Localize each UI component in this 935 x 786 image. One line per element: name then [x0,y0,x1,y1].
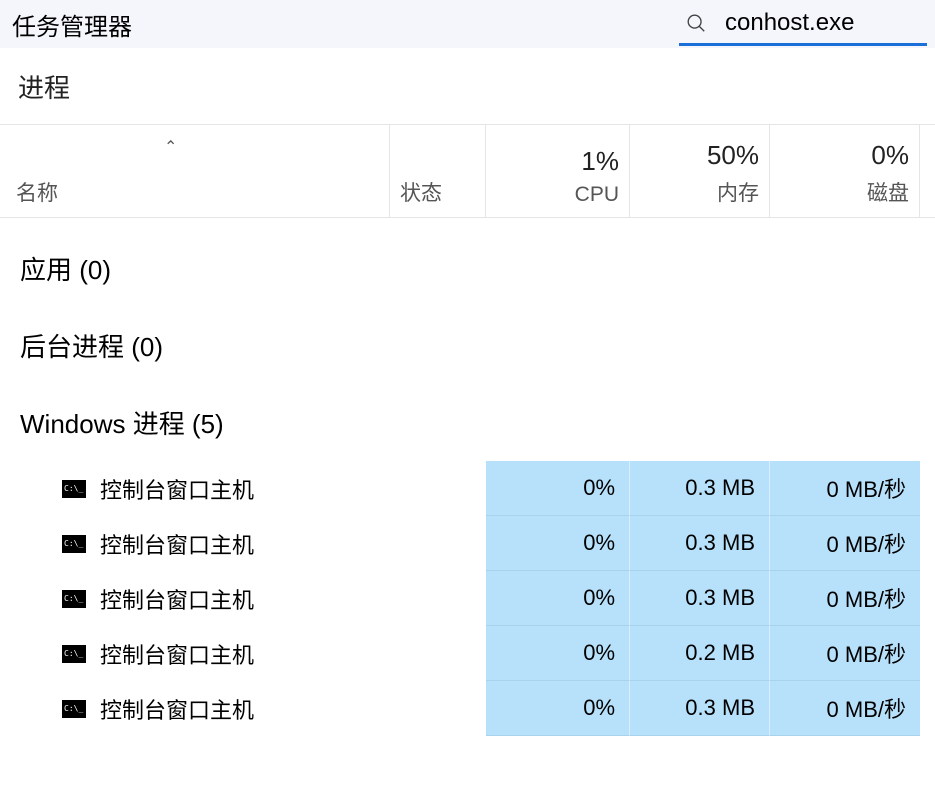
console-icon: C:\_ [62,535,86,553]
process-mem-cell: 0.3 MB [630,516,770,571]
process-status-cell [390,571,486,626]
process-cpu-cell: 0% [486,571,630,626]
process-cpu-cell: 0% [486,626,630,681]
sort-caret-icon: ⌃ [164,137,177,157]
col-status-label: 状态 [400,177,442,207]
console-icon: C:\_ [62,480,86,498]
process-row[interactable]: C:\_ 控制台窗口主机 0%0.3 MB0 MB/秒 [0,571,935,626]
group-header-windows[interactable]: Windows 进程 (5) [0,384,935,461]
process-status-cell [390,516,486,571]
process-mem-cell: 0.3 MB [630,461,770,516]
col-header-cpu[interactable]: 1% CPU [486,125,630,217]
process-disk-cell: 0 MB/秒 [770,516,920,571]
process-name: 控制台窗口主机 [100,528,254,560]
app-title: 任务管理器 [12,7,132,42]
search-icon [685,12,707,34]
col-header-mem[interactable]: 50% 内存 [630,125,770,217]
tab-processes[interactable]: 进程 [18,73,70,103]
tabstrip: 进程 [0,48,935,124]
process-row[interactable]: C:\_ 控制台窗口主机 0%0.2 MB0 MB/秒 [0,626,935,681]
console-icon: C:\_ [62,590,86,608]
process-row[interactable]: C:\_ 控制台窗口主机 0%0.3 MB0 MB/秒 [0,681,935,736]
process-row[interactable]: C:\_ 控制台窗口主机 0%0.3 MB0 MB/秒 [0,516,935,571]
process-status-cell [390,461,486,516]
process-name: 控制台窗口主机 [100,693,254,725]
process-row[interactable]: C:\_ 控制台窗口主机 0%0.3 MB0 MB/秒 [0,461,935,516]
process-cpu-cell: 0% [486,681,630,736]
process-cpu-cell: 0% [486,461,630,516]
group-header-apps[interactable]: 应用 (0) [0,226,935,307]
col-header-name[interactable]: ⌃ 名称 [0,125,390,217]
process-disk-cell: 0 MB/秒 [770,461,920,516]
console-icon: C:\_ [62,645,86,663]
process-status-cell [390,681,486,736]
col-header-status[interactable]: 状态 [390,125,486,217]
process-name-cell: C:\_ 控制台窗口主机 [0,461,390,516]
process-status-cell [390,626,486,681]
process-name-cell: C:\_ 控制台窗口主机 [0,626,390,681]
col-cpu-pct: 1% [581,146,619,177]
process-cpu-cell: 0% [486,516,630,571]
process-name: 控制台窗口主机 [100,638,254,670]
console-icon: C:\_ [62,700,86,718]
col-disk-pct: 0% [871,140,909,171]
col-header-disk[interactable]: 0% 磁盘 [770,125,920,217]
process-name-cell: C:\_ 控制台窗口主机 [0,516,390,571]
titlebar: 任务管理器 [0,0,935,48]
search-box[interactable] [679,2,927,46]
col-mem-label: 内存 [717,177,759,207]
search-input[interactable] [725,9,927,37]
process-mem-cell: 0.2 MB [630,626,770,681]
process-name-cell: C:\_ 控制台窗口主机 [0,681,390,736]
col-disk-label: 磁盘 [867,177,909,207]
process-name-cell: C:\_ 控制台窗口主机 [0,571,390,626]
col-name-label: 名称 [16,177,58,207]
col-cpu-label: CPU [575,183,619,207]
process-disk-cell: 0 MB/秒 [770,681,920,736]
process-name: 控制台窗口主机 [100,583,254,615]
columns-header: ⌃ 名称 状态 1% CPU 50% 内存 0% 磁盘 [0,124,935,218]
process-disk-cell: 0 MB/秒 [770,571,920,626]
col-mem-pct: 50% [707,140,759,171]
process-mem-cell: 0.3 MB [630,681,770,736]
process-mem-cell: 0.3 MB [630,571,770,626]
process-name: 控制台窗口主机 [100,473,254,505]
group-header-background[interactable]: 后台进程 (0) [0,307,935,384]
process-disk-cell: 0 MB/秒 [770,626,920,681]
process-list: 应用 (0) 后台进程 (0) Windows 进程 (5) C:\_ 控制台窗口… [0,218,935,736]
